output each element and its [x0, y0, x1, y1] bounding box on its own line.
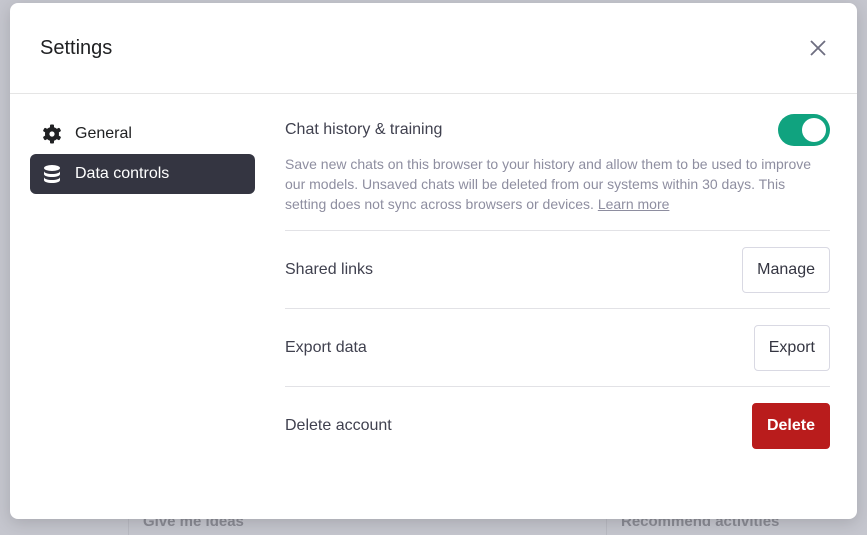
data-controls-panel: Chat history & training Save new chats o… [285, 114, 830, 465]
nav-label: General [75, 125, 132, 142]
chat-history-toggle[interactable] [778, 114, 830, 146]
delete-account-row: Delete account Delete [285, 387, 830, 465]
shared-links-row: Shared links Manage [285, 231, 830, 309]
settings-nav: General Data controls [30, 114, 255, 194]
learn-more-link[interactable]: Learn more [598, 196, 670, 212]
export-data-row: Export data Export [285, 309, 830, 387]
shared-links-label: Shared links [285, 260, 374, 278]
description-text: Save new chats on this browser to your h… [285, 156, 812, 212]
export-button[interactable]: Export [753, 324, 830, 371]
delete-account-label: Delete account [285, 417, 392, 434]
settings-modal: Settings General Data controls Chat hist… [10, 3, 857, 519]
chat-history-description: Save new chats on this browser to your h… [285, 146, 830, 230]
nav-item-general[interactable]: General [30, 114, 255, 154]
chat-history-label: Chat history & training [285, 121, 443, 138]
delete-button[interactable]: Delete [751, 403, 830, 449]
nav-item-data-controls[interactable]: Data controls [30, 154, 255, 194]
export-data-label: Export data [285, 338, 367, 356]
gear-icon [43, 124, 61, 144]
chat-history-section: Chat history & training Save new chats o… [285, 114, 830, 231]
nav-label: Data controls [75, 165, 170, 182]
modal-title: Settings [40, 37, 113, 59]
database-icon [44, 165, 60, 183]
manage-button[interactable]: Manage [742, 246, 830, 293]
close-icon[interactable] [809, 39, 827, 57]
modal-header: Settings [10, 3, 857, 94]
